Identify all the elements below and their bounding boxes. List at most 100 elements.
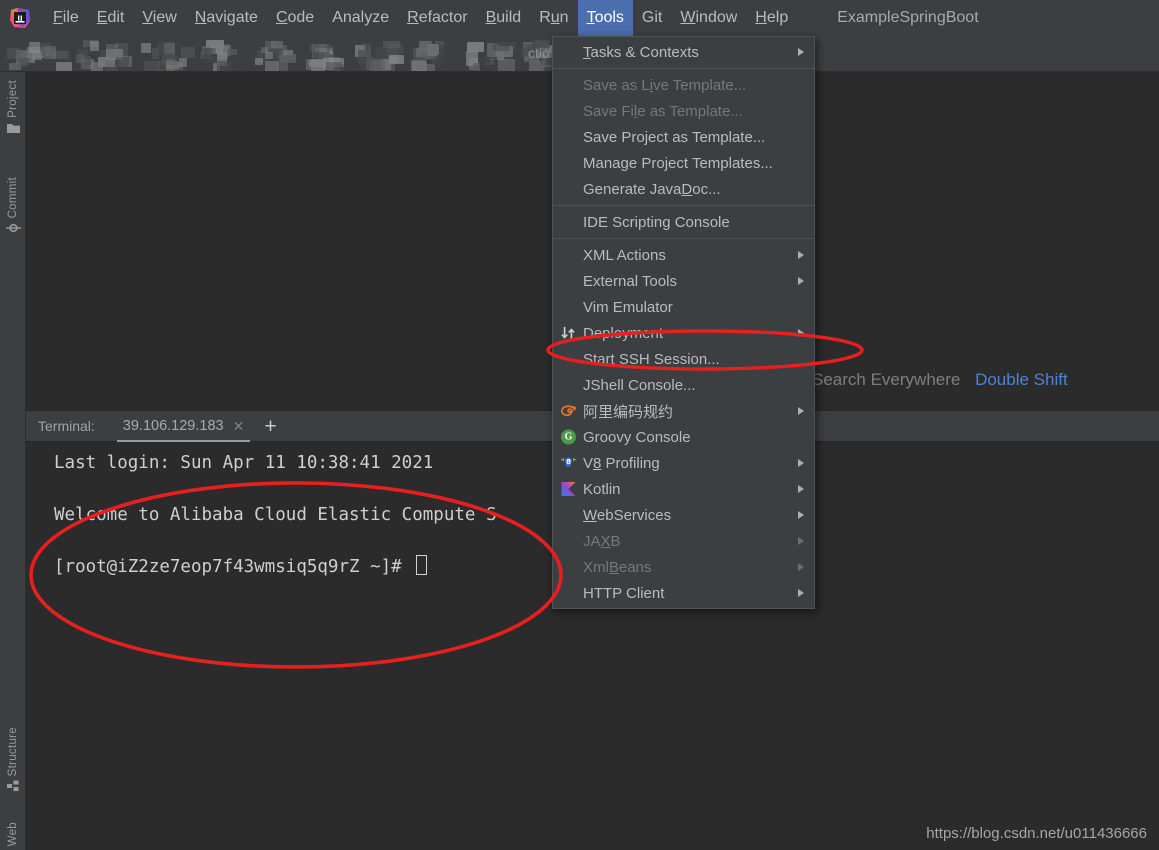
- menu-item-vim-emulator[interactable]: Vim Emulator: [553, 294, 814, 320]
- toolbar-blur-block: [529, 59, 542, 71]
- toolbar-blur-block: [389, 55, 405, 64]
- menu-code[interactable]: Code: [267, 0, 323, 36]
- menu-item-kotlin[interactable]: Kotlin: [553, 476, 814, 502]
- v8-icon: 8: [560, 455, 577, 472]
- menu-item-groovy-console[interactable]: G Groovy Console: [553, 424, 814, 450]
- menu-separator: [553, 238, 814, 239]
- toolbar-blur-block: [264, 61, 280, 71]
- menu-view[interactable]: View: [133, 0, 185, 36]
- menu-item-deployment[interactable]: Deployment: [553, 320, 814, 346]
- deployment-arrows-icon: [560, 325, 577, 342]
- menu-item-manage-project-templates[interactable]: Manage Project Templates...: [553, 150, 814, 176]
- search-everywhere-label: Search Everywhere: [812, 370, 961, 389]
- toolbar-blur-block: [255, 57, 264, 66]
- svg-text:8: 8: [566, 458, 571, 466]
- menu-run[interactable]: Run: [530, 0, 577, 36]
- terminal-tab[interactable]: 39.106.129.183 ✕: [116, 410, 251, 442]
- submenu-arrow-icon: [798, 48, 804, 56]
- menu-item-ide-scripting-console[interactable]: IDE Scripting Console: [553, 209, 814, 235]
- menu-item-start-ssh-session[interactable]: Start SSH Session...: [553, 346, 814, 372]
- close-icon[interactable]: ✕: [233, 418, 245, 435]
- submenu-arrow-icon: [798, 277, 804, 285]
- menu-item-alibaba-coding-guidelines[interactable]: 阿里编码规约: [553, 398, 814, 424]
- toolbar-blur-block: [425, 63, 436, 71]
- menu-item-label: XmlBeans: [583, 558, 652, 576]
- toolbar-blur-block: [326, 62, 342, 71]
- submenu-arrow-icon: [798, 459, 804, 467]
- menu-navigate[interactable]: Navigate: [186, 0, 267, 36]
- toolbar-blur-block: [265, 52, 273, 60]
- toolbar-blur-block: [472, 63, 481, 71]
- intellij-idea-logo-icon: IJ: [4, 0, 36, 36]
- menu-item-save-project-as-template[interactable]: Save Project as Template...: [553, 124, 814, 150]
- toolbar-blur-block: [143, 61, 161, 71]
- menu-item-save-file-as-template: Save File as Template...: [553, 98, 814, 124]
- menu-window[interactable]: Window: [671, 0, 746, 36]
- plus-icon[interactable]: +: [264, 416, 276, 437]
- watermark-url: https://blog.csdn.net/u011436666: [926, 825, 1147, 842]
- menu-item-label: External Tools: [583, 272, 677, 290]
- menu-item-tasks-contexts[interactable]: Tasks & Contexts: [553, 39, 814, 65]
- stripe-button-structure[interactable]: Structure: [0, 727, 26, 795]
- menu-git[interactable]: Git: [633, 0, 671, 36]
- toolbar-blur-block: [28, 42, 40, 54]
- menu-build[interactable]: Build: [477, 0, 531, 36]
- toolbar-blur-block: [326, 44, 338, 52]
- submenu-arrow-icon: [798, 251, 804, 259]
- menu-item-generate-javadoc[interactable]: Generate JavaDoc...: [553, 176, 814, 202]
- toolbar-blur-block: [486, 60, 499, 71]
- menu-item-label: Start SSH Session...: [583, 350, 720, 368]
- menu-item-jshell-console[interactable]: JShell Console...: [553, 372, 814, 398]
- menu-item-label: Groovy Console: [583, 428, 691, 446]
- stripe-button-label: Web: [7, 822, 19, 847]
- menu-item-save-as-live-template: Save as Live Template...: [553, 72, 814, 98]
- submenu-arrow-icon: [798, 407, 804, 415]
- menu-analyze[interactable]: Analyze: [323, 0, 398, 36]
- menu-items-container: File Edit View Navigate Code Analyze Refactor B…: [44, 0, 797, 36]
- left-tool-window-stripe: Project Commit Structure Web: [0, 72, 26, 850]
- stripe-button-commit[interactable]: Commit: [0, 177, 26, 237]
- menu-item-label: XML Actions: [583, 246, 666, 264]
- menu-file[interactable]: File: [44, 0, 88, 36]
- stripe-button-project[interactable]: Project: [0, 80, 26, 137]
- menu-item-http-client[interactable]: HTTP Client: [553, 580, 814, 606]
- menu-item-external-tools[interactable]: External Tools: [553, 268, 814, 294]
- menu-item-label: Tasks & Contexts: [583, 43, 699, 61]
- stripe-button-label: Project: [7, 80, 19, 118]
- toolbar-blur-block: [411, 61, 427, 71]
- menu-item-xml-actions[interactable]: XML Actions: [553, 242, 814, 268]
- menu-item-label: Save Project as Template...: [583, 128, 766, 146]
- intellij-idea-window: IJ File Edit View Navigate Code Analyze Refact…: [0, 0, 1159, 850]
- menu-item-label: HTTP Client: [583, 584, 665, 602]
- menu-item-webservices[interactable]: WebServices: [553, 502, 814, 528]
- toolbar-blur-block: [18, 57, 31, 67]
- toolbar-blur-block: [141, 43, 151, 53]
- toolbar-blur-block: [178, 58, 188, 68]
- stripe-button-web[interactable]: Web: [0, 822, 26, 850]
- menu-item-v8-profiling[interactable]: 8 V8 Profiling: [553, 450, 814, 476]
- stripe-button-label: Commit: [7, 177, 19, 219]
- terminal-tab-name: 39.106.129.183: [122, 418, 224, 434]
- toolbar-blur-block: [7, 47, 22, 59]
- terminal-panel-label: Terminal:: [38, 418, 95, 434]
- menu-help[interactable]: Help: [746, 0, 797, 36]
- menu-edit[interactable]: Edit: [88, 0, 134, 36]
- menu-item-label: Generate JavaDoc...: [583, 180, 721, 198]
- toolbar-blur-block: [83, 55, 92, 66]
- menu-item-label: 阿里编码规约: [583, 403, 674, 421]
- menu-refactor[interactable]: Refactor: [398, 0, 476, 36]
- groovy-icon: G: [560, 429, 577, 446]
- menu-item-label: Vim Emulator: [583, 298, 673, 316]
- toolbar-blur-block: [204, 47, 213, 57]
- menu-item-label: IDE Scripting Console: [583, 213, 730, 231]
- menu-item-jaxb: JAXB: [553, 528, 814, 554]
- toolbar-blur-block: [278, 55, 296, 64]
- menu-tools[interactable]: Tools: [577, 0, 633, 36]
- menu-item-label: Deployment: [583, 324, 664, 342]
- search-everywhere-shortcut: Double Shift: [975, 370, 1068, 389]
- toolbar-text-fragment: ctio: [528, 45, 550, 61]
- toolbar-blur-block: [357, 50, 366, 64]
- toolbar-blur-block: [162, 54, 178, 66]
- menu-separator: [553, 68, 814, 69]
- tools-dropdown-menu: Tasks & Contexts Save as Live Template...…: [552, 36, 815, 609]
